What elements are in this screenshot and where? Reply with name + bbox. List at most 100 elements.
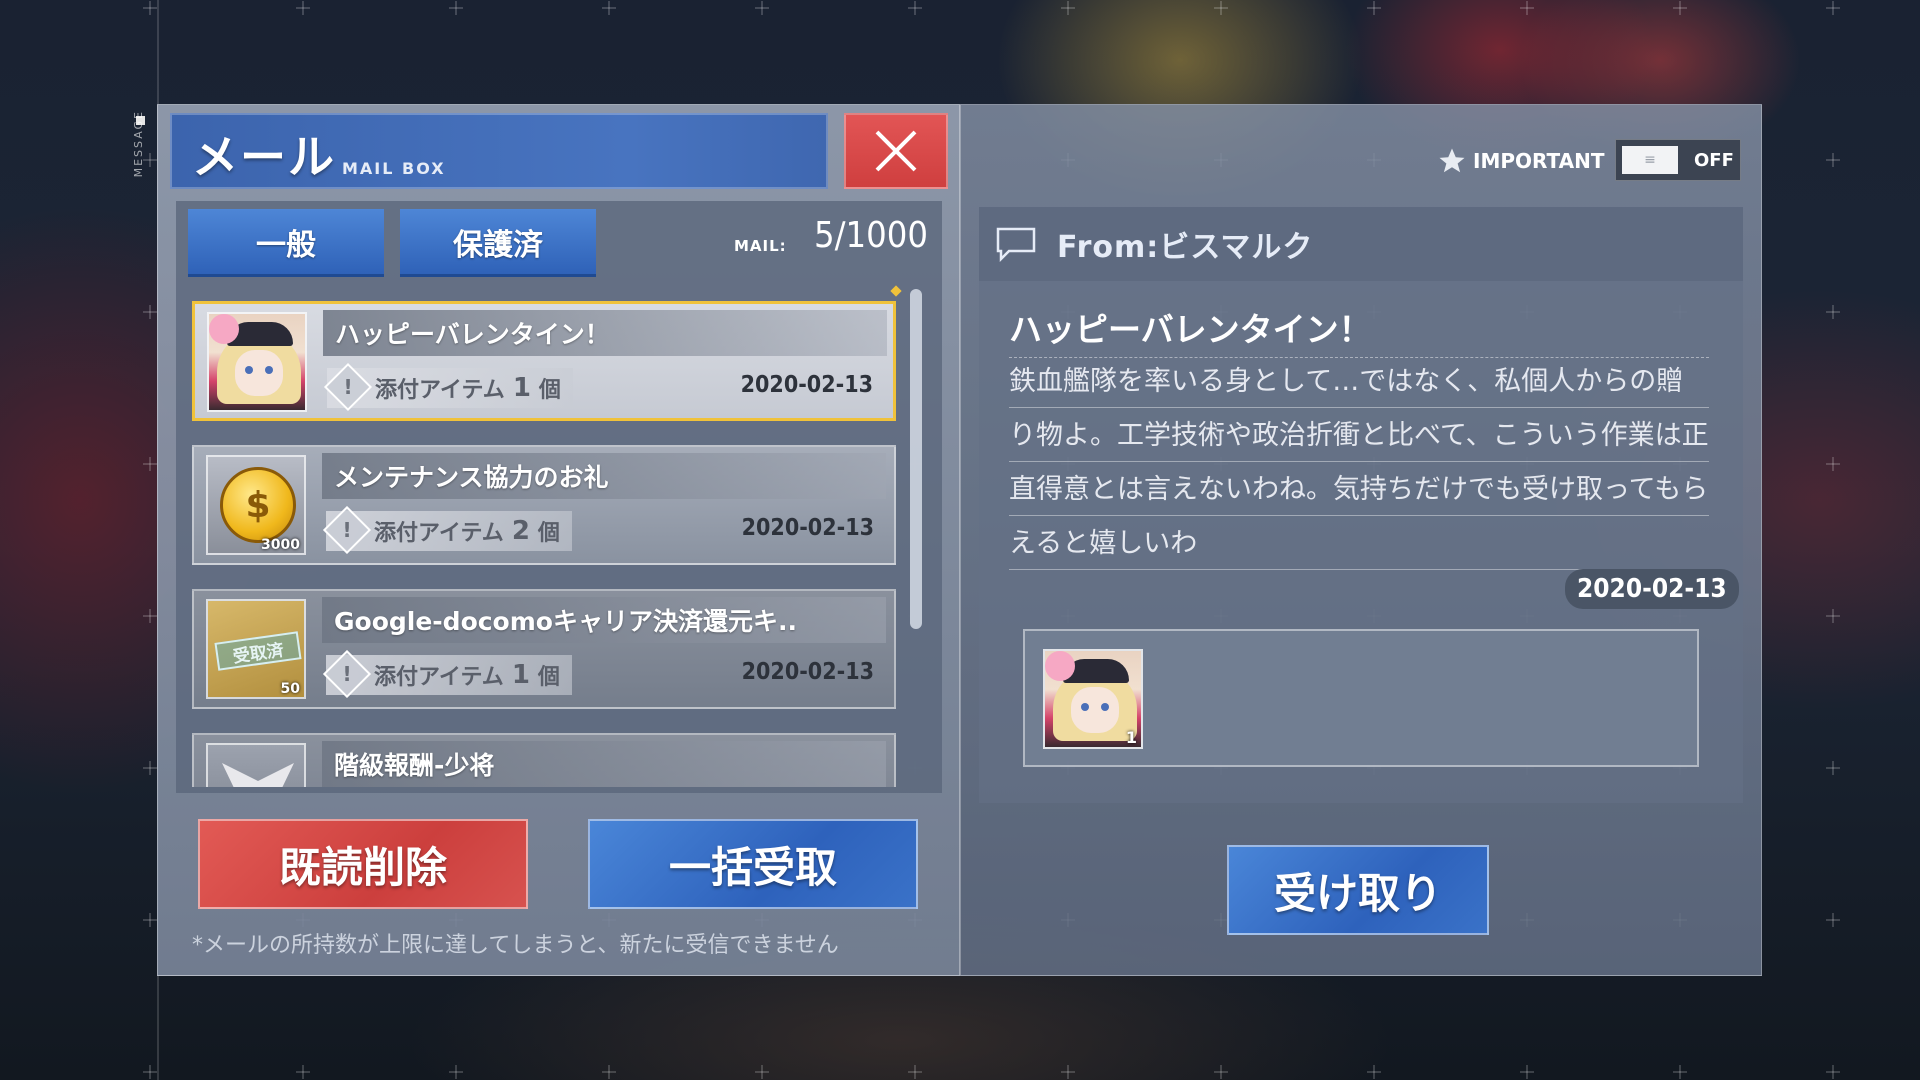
tab-protected[interactable]: 保護済 [400,209,596,277]
sender-label: From:ビスマルク [1057,230,1314,265]
mail-thumbnail [207,312,307,412]
attachment-unit: 個 [537,665,560,690]
mail-subject: Google-docomoキャリア決済還元キ.. [322,597,886,643]
mail-subject: 階級報酬-少将 [322,741,886,787]
mailbox-title: メール [192,130,336,184]
grid-plus-mark [1061,1,1075,15]
grid-plus-mark [143,761,157,775]
grid-plus-mark [143,609,157,623]
coin-icon: $ [220,467,296,543]
attachment-label: 添付アイテム [374,665,504,690]
mail-count-value: 5/1000 [814,215,928,256]
grid-plus-mark [908,1,922,15]
grid-plus-mark [143,305,157,319]
grid-plus-mark [449,1,463,15]
mail-attachment-info: ! 添付アイテム 2 個 [322,505,572,555]
attachment-box: 1 [1023,629,1699,767]
grid-plus-mark [755,1065,769,1079]
mail-subject: メンテナンス協力のお礼 [322,453,886,499]
grid-plus-mark [1214,1,1228,15]
grid-plus-mark [1826,1,1840,15]
mailbox-panel: メール MAIL BOX 一般 保護済 MAIL: 5/1000 ハッピーバレン… [157,104,960,976]
thumbnail-quantity: 3000 [261,537,300,553]
exclamation-icon: ! [323,362,373,412]
important-toggle[interactable]: ≡ OFF [1615,139,1741,181]
important-filter: IMPORTANT [1437,141,1604,181]
close-button[interactable] [844,113,948,189]
exclamation-icon: ! [322,505,372,555]
thumbnail-quantity: 50 [280,681,300,697]
grid-plus-mark [1826,153,1840,167]
mail-date: 2020-02-13 [741,659,874,685]
attachment-item[interactable]: 1 [1043,649,1143,749]
grid-plus-mark [143,457,157,471]
grid-plus-mark [1826,457,1840,471]
mail-list-scrollbar[interactable] [910,289,922,629]
delete-read-button[interactable]: 既読削除 [198,819,528,909]
mail-subject: ハッピーバレンタイン！ [323,310,887,356]
exclamation-icon: ! [322,649,372,699]
attachment-count: 1 [512,373,531,403]
attachment-label: 添付アイテム [374,521,504,546]
received-stamp: 受取済 [214,631,302,671]
side-label-message: MESSAGE [132,110,145,178]
mail-date: 2020-02-13 [741,515,874,541]
mail-thumbnail: $ 3000 [206,455,306,555]
grid-plus-mark [1826,305,1840,319]
grid-plus-mark [143,1,157,15]
grid-plus-mark [1214,1065,1228,1079]
grid-plus-mark [602,1065,616,1079]
mail-item-rank-reward[interactable]: 階級報酬-少将 [192,733,896,787]
grid-plus-mark [1673,1065,1687,1079]
attachment-count: 1 [511,660,530,690]
receive-button[interactable]: 受け取り [1227,845,1489,935]
message-body: 鉄血艦隊を率いる身として…ではなく、私個人からの贈り物よ。工学技術や政治折衝と比… [1009,355,1709,571]
mail-thumbnail: 受取済 50 [206,599,306,699]
grid-plus-mark [296,1065,310,1079]
attachment-label: 添付アイテム [375,378,505,403]
grid-plus-mark [1367,1,1381,15]
grid-plus-mark [1826,913,1840,927]
tab-general[interactable]: 一般 [188,209,384,277]
attachment-quantity: 1 [1125,728,1137,747]
mailbox-capacity-notice: *メールの所持数が上限に達してしまうと、新たに受信できません [192,933,839,958]
grid-plus-mark [755,1,769,15]
grid-plus-mark [1826,761,1840,775]
grid-plus-mark [296,1,310,15]
mail-attachment-info: ! 添付アイテム 1 個 [322,649,572,699]
mail-item-docomo[interactable]: 受取済 50 Google-docomoキャリア決済還元キ.. ! 添付アイテム… [192,589,896,709]
toggle-state-label: OFF [1694,150,1734,171]
toggle-knob: ≡ [1622,146,1678,174]
grid-plus-mark [1061,1065,1075,1079]
grid-plus-mark [908,1065,922,1079]
star-icon [1439,148,1465,173]
rank-insignia-icon [222,763,294,787]
message-title: ハッピーバレンタイン！ [1009,303,1709,358]
mail-count-label: MAIL: [734,237,787,255]
grid-plus-mark [1826,1065,1840,1079]
mail-list-clip: 階級報酬-少将 [192,733,896,787]
speech-bubble-icon [996,227,1036,262]
message-date: 2020-02-13 [1565,569,1739,609]
mail-thumbnail [206,743,306,787]
bismarck-portrait-icon [209,314,305,410]
sender-bar: From:ビスマルク [979,207,1743,281]
grid-plus-mark [1673,1,1687,15]
grid-plus-mark [143,1065,157,1079]
mail-detail-panel: IMPORTANT ≡ OFF From:ビスマルク ハッピーバレンタイン！ 鉄… [960,104,1762,976]
grid-plus-mark [449,1065,463,1079]
grid-plus-mark [1367,1065,1381,1079]
grid-plus-mark [602,1,616,15]
mailbox-subtitle: MAIL BOX [342,159,446,178]
close-icon [875,130,917,172]
attachment-unit: 個 [538,378,561,403]
mail-attachment-info: ! 添付アイテム 1 個 [323,362,573,412]
grid-plus-mark [1826,609,1840,623]
grid-plus-mark [1520,1,1534,15]
collect-all-button[interactable]: 一括受取 [588,819,918,909]
grid-plus-mark [143,913,157,927]
mail-item-valentine[interactable]: ハッピーバレンタイン！ ! 添付アイテム 1 個 2020-02-13 [192,301,896,421]
attachment-unit: 個 [537,521,560,546]
attachment-count: 2 [511,516,530,546]
mail-item-maintenance[interactable]: $ 3000 メンテナンス協力のお礼 ! 添付アイテム 2 個 2020-02-… [192,445,896,565]
